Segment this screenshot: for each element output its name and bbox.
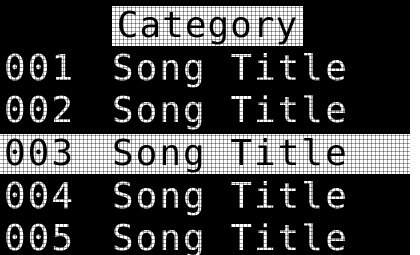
song-number: 005: [4, 218, 76, 255]
song-list-item-001[interactable]: 001 Song Title: [0, 49, 410, 89]
song-number: 001: [4, 48, 76, 89]
screen-border: [410, 0, 420, 255]
song-title: Song Title: [112, 218, 349, 255]
song-title: Song Title: [112, 48, 349, 89]
lcd-screen: Category 001 Song Title 002 Song Title 0…: [0, 0, 410, 255]
song-list-item-004[interactable]: 004 Song Title: [0, 177, 410, 217]
category-header: Category: [112, 6, 303, 46]
song-number: 003: [4, 133, 76, 174]
song-number: 002: [4, 90, 76, 131]
song-number: 004: [4, 176, 76, 217]
song-title: Song Title: [112, 176, 349, 217]
song-title: Song Title: [112, 133, 349, 174]
song-list-item-002[interactable]: 002 Song Title: [0, 91, 410, 131]
song-list-item-003-selected[interactable]: 003 Song Title: [0, 134, 410, 174]
song-list-item-005[interactable]: 005 Song Title: [0, 219, 410, 255]
song-title: Song Title: [112, 90, 349, 131]
